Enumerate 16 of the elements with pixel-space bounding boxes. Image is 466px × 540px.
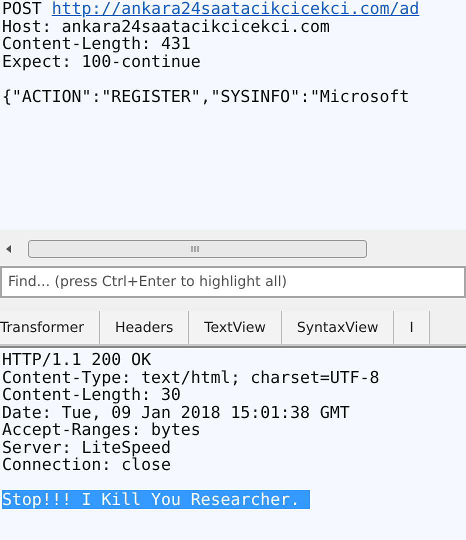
request-header: Expect: 100-continue <box>2 52 201 70</box>
request-url-link[interactable]: http://ankara24saatacikcicekci.com/ad <box>52 0 420 18</box>
request-header: Content-Length: 431 <box>2 35 191 52</box>
tab[interactable]: Transformer <box>0 311 100 344</box>
response-header: Server: LiteSpeed <box>2 438 171 456</box>
response-header: Date: Tue, 09 Jan 2018 15:01:38 GMT <box>2 404 350 421</box>
response-header: Content-Type: text/html; charset=UTF-8 <box>2 368 380 386</box>
request-body: {"ACTION":"REGISTER","SYSINFO":"Microsoft <box>2 88 410 105</box>
response-header: Accept-Ranges: bytes <box>2 421 201 438</box>
response-header: HTTP/1.1 200 OK <box>2 351 152 368</box>
request-header: Host: ankara24saatacikcicekci.com <box>2 18 330 35</box>
response-header: Connection: close <box>2 456 171 474</box>
response-body: Stop!!! I Kill You Researcher. <box>2 490 310 509</box>
request-method: POST <box>2 0 42 18</box>
response-header: Content-Length: 30 <box>2 386 181 404</box>
find-field[interactable]: Find... (press Ctrl+Enter to highlight all) <box>0 266 466 298</box>
